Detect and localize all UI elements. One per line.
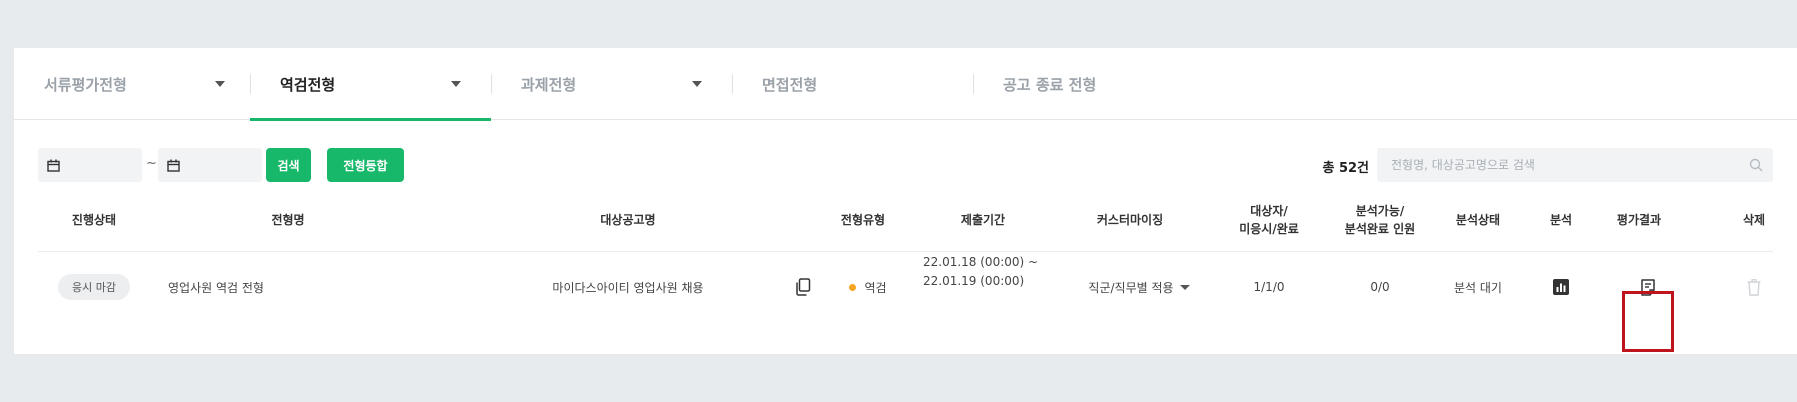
calendar-icon — [47, 159, 60, 172]
copy-cell — [790, 253, 816, 321]
tab-closed-postings[interactable]: 공고 종료 전형 — [973, 48, 1214, 120]
header-delete: 삭제 — [1742, 213, 1766, 227]
tab-label: 서류평가전형 — [44, 75, 127, 94]
chevron-down-icon[interactable] — [215, 81, 225, 87]
table-row: 응시 마감 영업사원 역검 전형 마이다스아이티 영업사원 채용 역검 22.0… — [38, 253, 1773, 354]
header-counts: 대상자/ 미응시/완료 — [1224, 188, 1314, 252]
merge-stages-button[interactable]: 전형등합 — [327, 148, 404, 182]
customizing-cell: 직군/직무별 적용 — [1074, 253, 1204, 321]
date-separator: ~ — [146, 156, 157, 171]
header-period: 제출기간 — [960, 213, 1006, 227]
submission-period: 22.01.18 (00:00) ~ 22.01.19 (00:00) — [923, 253, 1053, 321]
bar-chart-icon[interactable] — [1553, 279, 1569, 295]
result-cell — [1622, 253, 1674, 321]
total-count: 총 52건 — [1322, 161, 1369, 176]
header-counts-line1: 대상자/ — [1250, 204, 1288, 218]
tab-document-review[interactable]: 서류평가전형 — [14, 48, 255, 120]
customizing-value: 직군/직무별 적용 — [1088, 280, 1174, 295]
header-counts-line2: 미응시/완료 — [1239, 222, 1299, 236]
tab-label: 공고 종료 전형 — [1003, 75, 1097, 94]
analysis-cell — [1531, 253, 1591, 321]
header-type: 전형유형 — [840, 213, 886, 227]
tab-label: 역검전형 — [280, 75, 336, 94]
header-status: 진행상태 — [71, 213, 117, 227]
analysis-status-value: 분석 대기 — [1454, 280, 1502, 295]
search-input[interactable] — [1377, 148, 1773, 182]
stage-tabs: 서류평가전형 역검전형 과제전형 면접전형 공고 종료 전형 — [14, 48, 1797, 121]
header-analysis: 분석 — [1549, 213, 1573, 227]
search-field[interactable] — [1377, 148, 1773, 182]
header-analyzable: 분석가능/ 분석완료 인원 — [1325, 188, 1435, 252]
delete-cell — [1728, 253, 1780, 321]
header-analyzable-line1: 분석가능/ — [1355, 204, 1405, 218]
header-posting: 대상공고명 — [600, 213, 656, 227]
header-result: 평가결과 — [1616, 213, 1662, 227]
trash-icon[interactable] — [1747, 278, 1761, 296]
document-icon[interactable] — [1641, 278, 1655, 296]
header-analyzable-line2: 분석완료 인원 — [1344, 222, 1416, 236]
status-cell: 응시 마감 — [38, 253, 150, 321]
stage-type: 역검 — [864, 280, 887, 295]
search-icon[interactable] — [1749, 158, 1763, 172]
analyzable-value: 0/0 — [1370, 280, 1390, 294]
copy-icon[interactable] — [795, 278, 811, 296]
tab-assignment[interactable]: 과제전형 — [491, 48, 732, 120]
header-name: 전형명 — [271, 213, 305, 227]
tab-label: 면접전형 — [762, 75, 818, 94]
header-customizing: 커스터마이징 — [1096, 213, 1164, 227]
filter-toolbar: ~ 검색 전형등합 총 52건 — [14, 148, 1797, 184]
selection-panel: 서류평가전형 역검전형 과제전형 면접전형 공고 종료 전형 ~ 검색 전형등합… — [14, 48, 1797, 354]
chevron-down-icon[interactable] — [451, 81, 461, 87]
chevron-down-icon — [1179, 284, 1190, 290]
tab-label: 과제전형 — [521, 75, 577, 94]
stage-name[interactable]: 영업사원 역검 전형 — [168, 253, 388, 321]
counts-value: 1/1/0 — [1253, 280, 1285, 294]
period-start: 22.01.18 (00:00) ~ — [923, 255, 1039, 269]
posting-name: 마이다스아이티 영업사원 채용 — [552, 280, 704, 295]
table-header: 진행상태 전형명 대상공고명 전형유형 제출기간 커스터마이징 대상자/ 미응시… — [38, 188, 1773, 252]
end-date-input[interactable] — [158, 148, 262, 182]
chevron-down-icon[interactable] — [692, 81, 702, 87]
header-analysis-status: 분석상태 — [1455, 213, 1501, 227]
type-cell: 역검 — [828, 253, 908, 321]
calendar-icon — [167, 159, 180, 172]
customizing-dropdown[interactable]: 직군/직무별 적용 — [1088, 279, 1190, 296]
tab-competency-test[interactable]: 역검전형 — [250, 48, 491, 121]
period-end: 22.01.19 (00:00) — [923, 274, 1025, 288]
start-date-input[interactable] — [38, 148, 142, 182]
search-button[interactable]: 검색 — [266, 148, 311, 182]
type-dot — [849, 283, 857, 291]
status-badge: 응시 마감 — [58, 274, 130, 300]
tab-interview[interactable]: 면접전형 — [732, 48, 973, 120]
